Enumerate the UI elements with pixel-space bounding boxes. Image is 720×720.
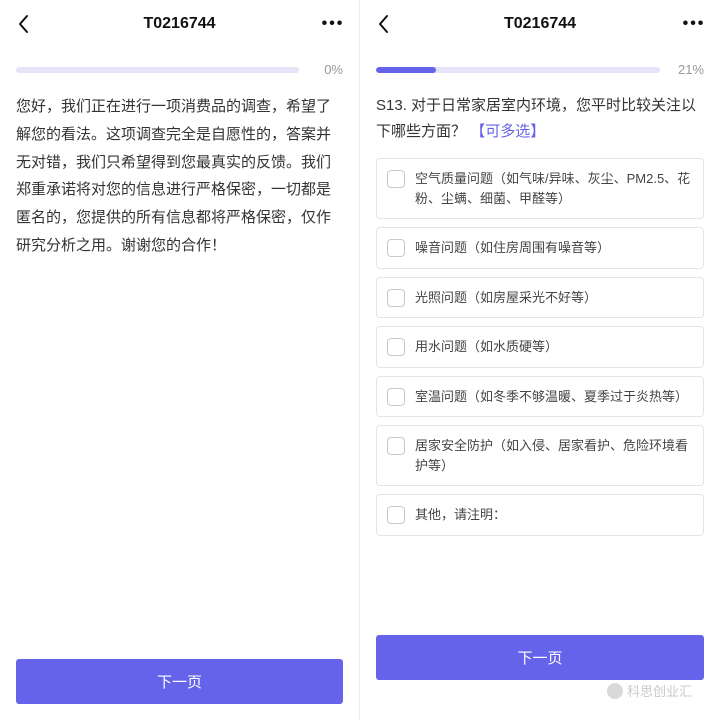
option-security[interactable]: 居家安全防护（如入侵、居家看护、危险环境看护等） bbox=[376, 425, 704, 486]
option-label: 居家安全防护（如入侵、居家看护、危险环境看护等） bbox=[415, 436, 691, 475]
checkbox-icon[interactable] bbox=[387, 239, 405, 257]
content: S13. 对于日常家居室内环境，您平时比较关注以下哪些方面？ 【可多选】 空气质… bbox=[360, 81, 720, 720]
checkbox-icon[interactable] bbox=[387, 437, 405, 455]
option-temperature[interactable]: 室温问题（如冬季不够温暖、夏季过于炎热等） bbox=[376, 376, 704, 418]
progress-percent: 0% bbox=[309, 62, 343, 77]
options-list: 空气质量问题（如气味/异味、灰尘、PM2.5、花粉、尘螨、细菌、甲醛等） 噪音问… bbox=[376, 158, 704, 536]
progress-track bbox=[376, 67, 660, 73]
survey-screen-intro: T0216744 ••• 0% 您好，我们正在进行一项消费品的调查，希望了解您的… bbox=[0, 0, 360, 720]
more-icon[interactable]: ••• bbox=[680, 12, 708, 36]
content: 您好，我们正在进行一项消费品的调查，希望了解您的看法。这项调查完全是自愿性的，答… bbox=[0, 81, 359, 637]
header: T0216744 ••• bbox=[360, 0, 720, 48]
question-multiselect-tag: 【可多选】 bbox=[470, 123, 545, 140]
option-other[interactable]: 其他，请注明： bbox=[376, 494, 704, 536]
progress-bar: 21% bbox=[360, 48, 720, 81]
option-noise[interactable]: 噪音问题（如住房周围有噪音等） bbox=[376, 227, 704, 269]
option-water[interactable]: 用水问题（如水质硬等） bbox=[376, 326, 704, 368]
option-label: 室温问题（如冬季不够温暖、夏季过于炎热等） bbox=[415, 387, 688, 407]
progress-bar: 0% bbox=[0, 48, 359, 81]
page-title: T0216744 bbox=[0, 15, 359, 33]
next-button[interactable]: 下一页 bbox=[376, 635, 704, 680]
progress-percent: 21% bbox=[670, 62, 704, 77]
back-icon[interactable] bbox=[12, 12, 36, 36]
checkbox-icon[interactable] bbox=[387, 289, 405, 307]
back-icon[interactable] bbox=[372, 12, 396, 36]
option-label: 用水问题（如水质硬等） bbox=[415, 337, 558, 357]
checkbox-icon[interactable] bbox=[387, 170, 405, 188]
option-label: 光照问题（如房屋采光不好等） bbox=[415, 288, 597, 308]
checkbox-icon[interactable] bbox=[387, 388, 405, 406]
header: T0216744 ••• bbox=[0, 0, 359, 48]
option-lighting[interactable]: 光照问题（如房屋采光不好等） bbox=[376, 277, 704, 319]
more-icon[interactable]: ••• bbox=[319, 12, 347, 36]
page-title: T0216744 bbox=[360, 15, 720, 33]
next-button[interactable]: 下一页 bbox=[16, 659, 343, 704]
checkbox-icon[interactable] bbox=[387, 338, 405, 356]
option-label: 噪音问题（如住房周围有噪音等） bbox=[415, 238, 610, 258]
progress-fill bbox=[376, 67, 436, 73]
progress-track bbox=[16, 67, 299, 73]
option-air-quality[interactable]: 空气质量问题（如气味/异味、灰尘、PM2.5、花粉、尘螨、细菌、甲醛等） bbox=[376, 158, 704, 219]
checkbox-icon[interactable] bbox=[387, 506, 405, 524]
survey-screen-question: T0216744 ••• 21% S13. 对于日常家居室内环境，您平时比较关注… bbox=[360, 0, 720, 720]
question-text: S13. 对于日常家居室内环境，您平时比较关注以下哪些方面？ 【可多选】 bbox=[376, 93, 704, 144]
intro-text: 您好，我们正在进行一项消费品的调查，希望了解您的看法。这项调查完全是自愿性的，答… bbox=[16, 93, 343, 260]
option-label: 其他，请注明： bbox=[415, 505, 506, 525]
option-label: 空气质量问题（如气味/异味、灰尘、PM2.5、花粉、尘螨、细菌、甲醛等） bbox=[415, 169, 691, 208]
